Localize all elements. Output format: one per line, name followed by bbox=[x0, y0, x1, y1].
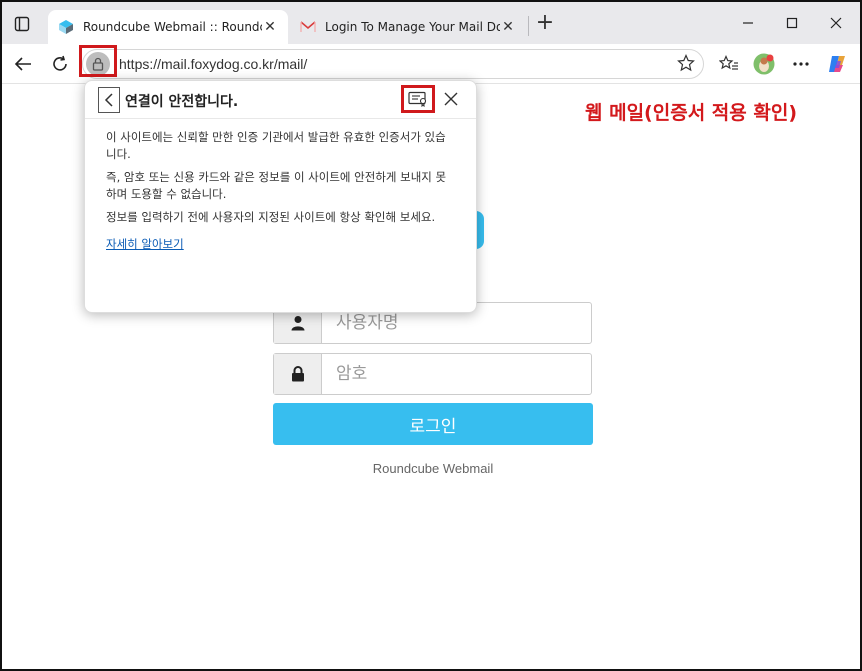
login-button[interactable]: 로그인 bbox=[273, 403, 593, 445]
popover-title: 연결이 안전합니다. bbox=[125, 94, 239, 110]
annotation-label: 웹 메일(인증서 적용 확인) bbox=[585, 102, 798, 124]
url-text[interactable]: https://mail.foxydog.co.kr/mail/ bbox=[119, 56, 307, 72]
tab-actions-icon[interactable] bbox=[10, 12, 34, 36]
password-field bbox=[273, 353, 592, 395]
popover-close-icon[interactable] bbox=[441, 89, 461, 109]
tab-roundcube[interactable]: Roundcube Webmail :: Roundcube ✕ bbox=[48, 10, 288, 44]
tab-login-manage[interactable]: Login To Manage Your Mail Doma ✕ bbox=[290, 10, 526, 44]
tab-close-icon[interactable]: ✕ bbox=[500, 19, 516, 35]
back-arrow-icon[interactable] bbox=[11, 52, 35, 76]
popover-header: 연결이 안전합니다. bbox=[85, 81, 476, 119]
site-info-popover: 연결이 안전합니다. 이 사이트에는 신뢰할 만한 인증 기관에서 발급한 유효… bbox=[84, 80, 477, 313]
lock-highlight-box bbox=[79, 45, 117, 77]
favorites-list-icon[interactable] bbox=[718, 53, 740, 75]
password-input[interactable] bbox=[323, 354, 591, 394]
popover-paragraph: 이 사이트에는 신뢰할 만한 인증 기관에서 발급한 유효한 인증서가 있습니다… bbox=[106, 130, 446, 161]
popover-body: 이 사이트에는 신뢰할 만한 인증 기관에서 발급한 유효한 인증서가 있습니다… bbox=[106, 129, 456, 253]
tab-separator bbox=[528, 16, 529, 36]
maximize-icon[interactable] bbox=[781, 12, 803, 34]
back-chevron-icon[interactable] bbox=[98, 87, 120, 113]
window-close-icon[interactable] bbox=[825, 12, 847, 34]
refresh-icon[interactable] bbox=[48, 52, 72, 76]
tab-title: Roundcube Webmail :: Roundcube bbox=[83, 20, 262, 34]
favorite-star-icon[interactable] bbox=[676, 53, 696, 73]
copilot-icon[interactable] bbox=[826, 53, 848, 75]
tab-bar: Roundcube Webmail :: Roundcube ✕ Login T… bbox=[2, 2, 860, 44]
tab-close-icon[interactable]: ✕ bbox=[262, 19, 278, 35]
certificate-icon[interactable] bbox=[401, 85, 435, 113]
roundcube-icon bbox=[58, 19, 74, 35]
password-lock-icon bbox=[274, 354, 322, 394]
learn-more-link[interactable]: 자세히 알아보기 bbox=[106, 236, 184, 253]
screenshot-frame: Roundcube Webmail :: Roundcube ✕ Login T… bbox=[0, 0, 862, 671]
footer-text: Roundcube Webmail bbox=[372, 461, 494, 476]
new-tab-button[interactable]: + bbox=[534, 12, 556, 35]
popover-paragraph: 정보를 입력하기 전에 사용자의 지정된 사이트에 항상 확인해 보세요. bbox=[106, 210, 436, 224]
address-toolbar: https://mail.foxydog.co.kr/mail/ bbox=[2, 44, 860, 84]
mail-envelope-icon bbox=[300, 19, 316, 35]
minimize-icon[interactable] bbox=[737, 12, 759, 34]
popover-paragraph: 즉, 암호 또는 신용 카드와 같은 정보를 이 사이트에 안전하게 보내지 못… bbox=[106, 170, 447, 201]
more-menu-icon[interactable] bbox=[790, 53, 812, 75]
tab-title: Login To Manage Your Mail Doma bbox=[325, 20, 500, 34]
profile-avatar-icon[interactable] bbox=[753, 53, 775, 75]
